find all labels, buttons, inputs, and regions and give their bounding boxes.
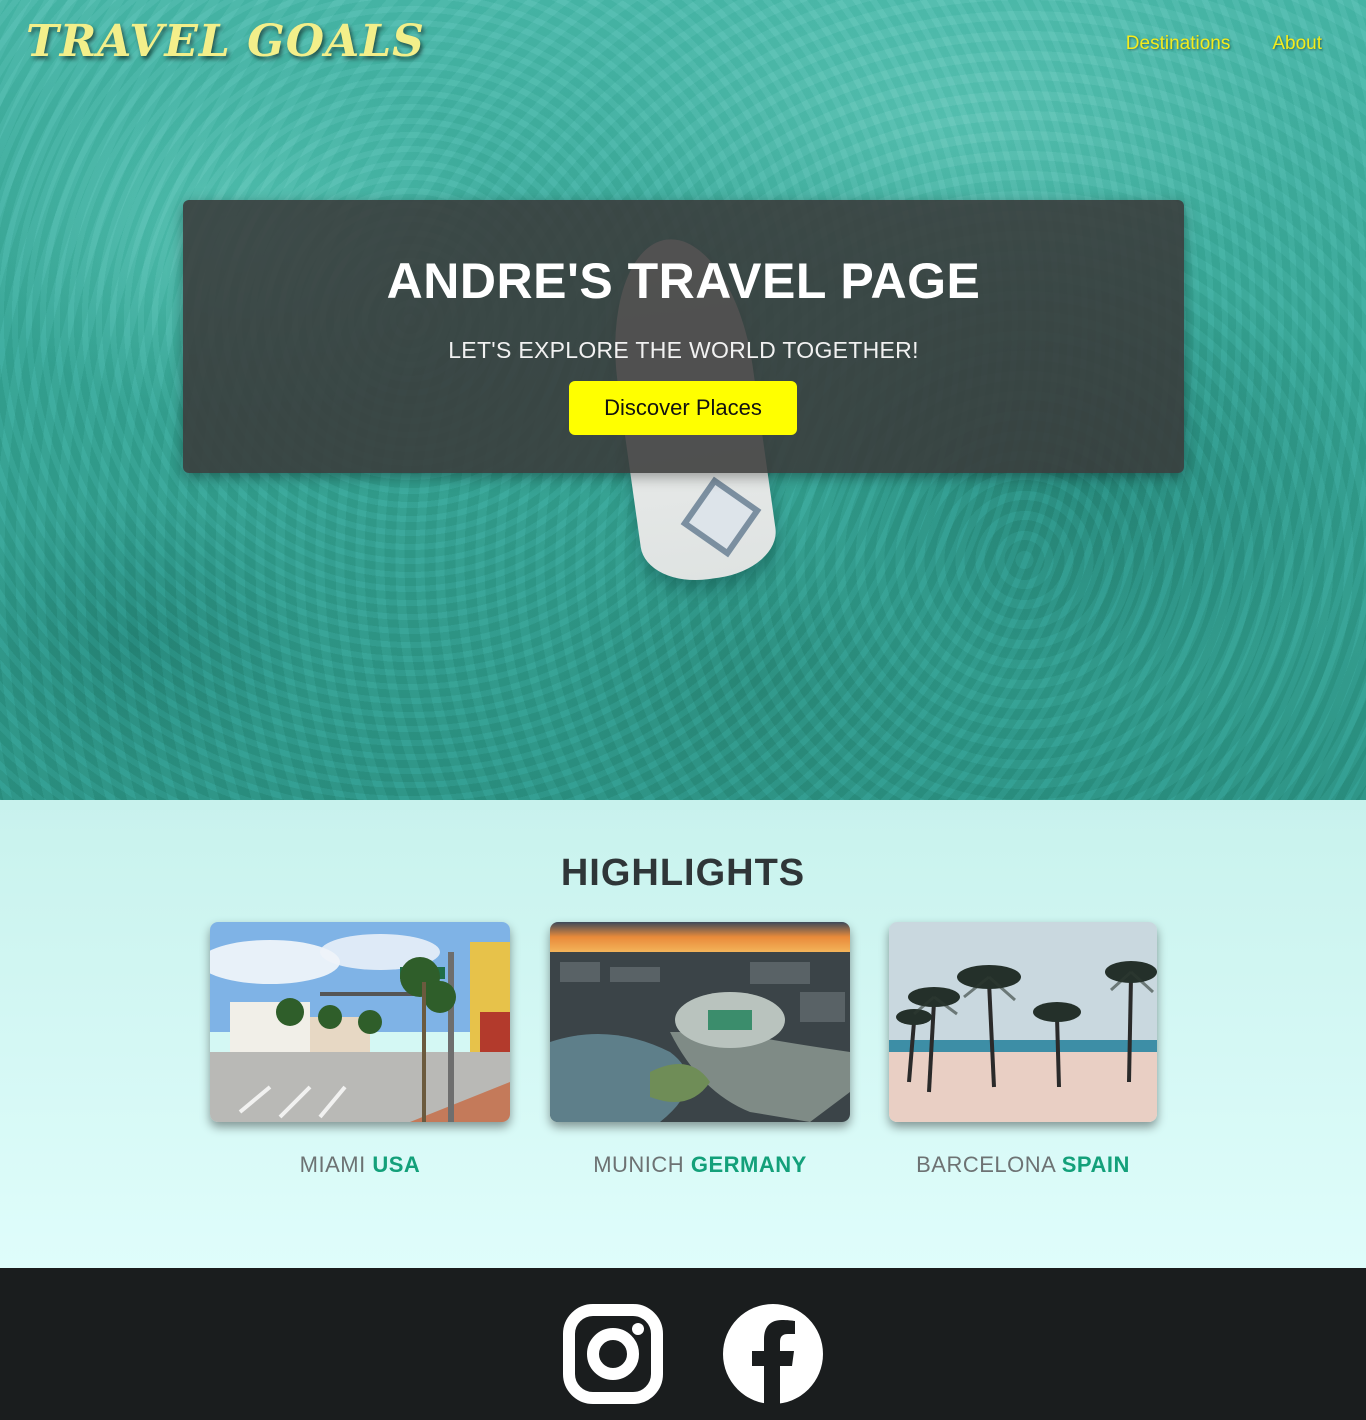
highlights-section: HIGHLIGHTS MIAMI USA MUNICH GERMANY BARC… [0, 800, 1366, 1268]
miami-caption: MIAMI USA [210, 1152, 510, 1178]
miami-photo[interactable] [210, 922, 510, 1122]
barcelona-caption: BARCELONA SPAIN [889, 1152, 1157, 1178]
site-logo[interactable]: TRAVEL GOALS [26, 16, 425, 67]
hero-section: TRAVEL GOALS Destinations About ANDRE'S … [0, 0, 1366, 800]
caption-city: MIAMI [299, 1152, 366, 1177]
discover-places-button[interactable]: Discover Places [569, 381, 797, 435]
hero-subtitle: LET'S EXPLORE THE WORLD TOGETHER! [448, 337, 919, 363]
highlights-title: HIGHLIGHTS [560, 852, 806, 894]
facebook-icon[interactable] [723, 1304, 823, 1404]
munich-caption: MUNICH GERMANY [550, 1152, 850, 1178]
caption-city: BARCELONA [916, 1152, 1056, 1177]
nav-menu: Destinations About [1126, 33, 1322, 55]
caption-country: USA [372, 1152, 421, 1177]
hero-card: ANDRE'S TRAVEL PAGE LET'S EXPLORE THE WO… [183, 200, 1184, 473]
footer [0, 1268, 1366, 1420]
hero-title: ANDRE'S TRAVEL PAGE [386, 253, 981, 309]
barcelona-photo[interactable] [889, 922, 1157, 1122]
top-navigation: TRAVEL GOALS Destinations About [0, 0, 1366, 90]
caption-country: GERMANY [690, 1152, 807, 1177]
nav-link-about[interactable]: About [1272, 33, 1322, 55]
munich-photo[interactable] [550, 922, 850, 1122]
caption-country: SPAIN [1061, 1152, 1130, 1177]
caption-city: MUNICH [593, 1152, 685, 1177]
instagram-icon[interactable] [563, 1304, 663, 1404]
nav-link-destinations[interactable]: Destinations [1126, 33, 1231, 55]
